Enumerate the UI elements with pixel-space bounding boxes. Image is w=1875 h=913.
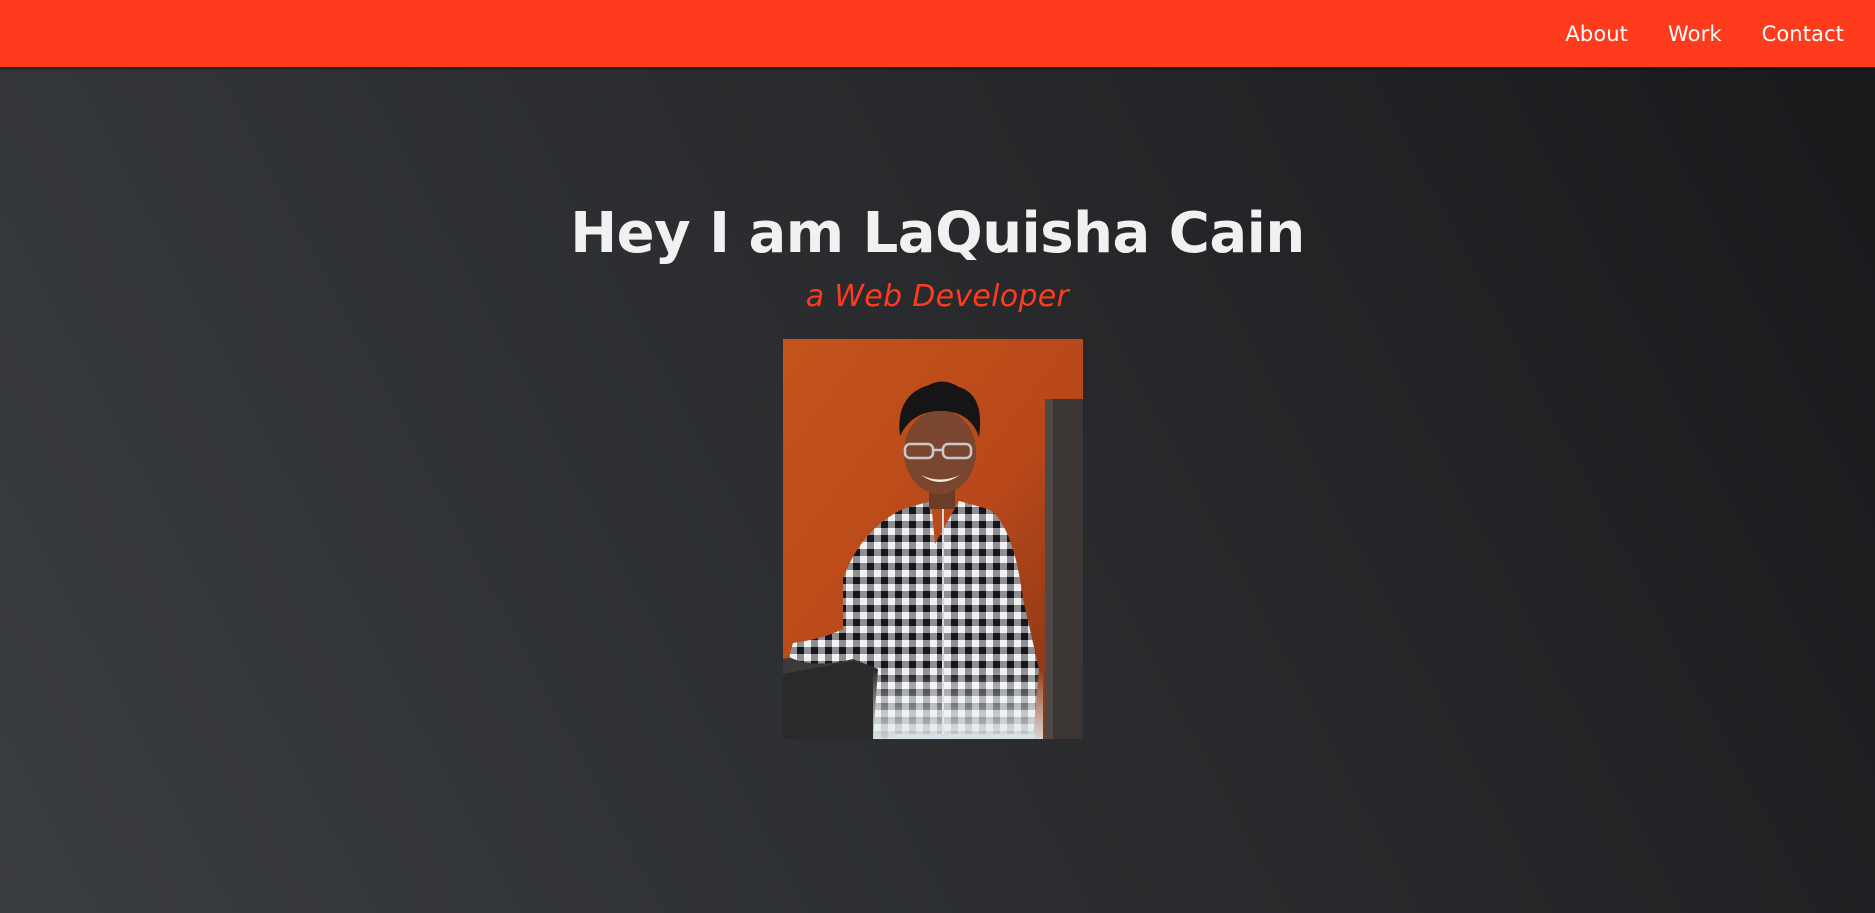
- profile-photo-illustration: [783, 339, 1083, 739]
- hero-section: Hey I am LaQuisha Cain a Web Developer: [0, 68, 1875, 913]
- hero-title: Hey I am LaQuisha Cain: [570, 201, 1305, 266]
- nav-link-about[interactable]: About: [1565, 22, 1628, 46]
- top-navbar: About Work Contact: [0, 0, 1875, 68]
- profile-photo: [783, 339, 1083, 739]
- nav-link-work[interactable]: Work: [1668, 22, 1722, 46]
- hero-subtitle: a Web Developer: [805, 279, 1070, 314]
- nav-menu: About Work Contact: [1565, 0, 1844, 68]
- nav-link-contact[interactable]: Contact: [1762, 22, 1844, 46]
